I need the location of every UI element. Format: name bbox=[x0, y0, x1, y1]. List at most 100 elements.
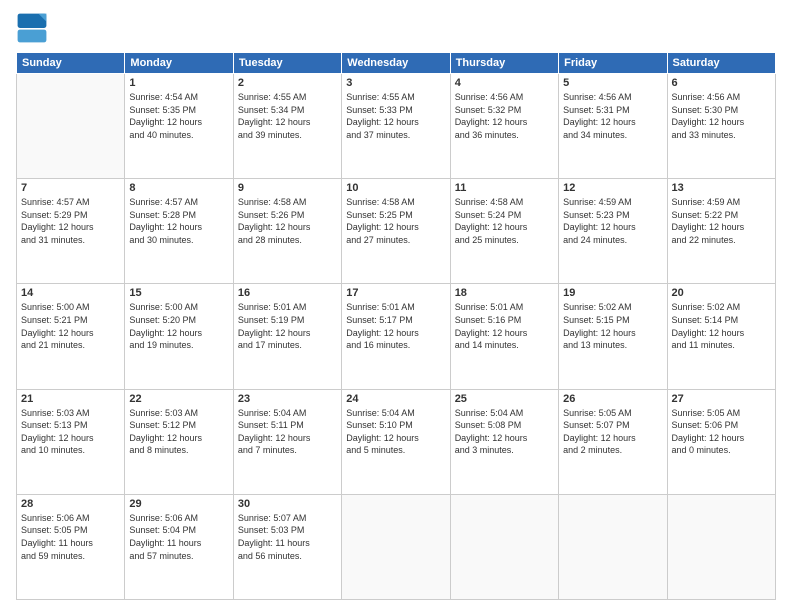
day-number: 2 bbox=[238, 77, 337, 89]
day-number: 13 bbox=[672, 182, 771, 194]
cell-content: Sunrise: 5:06 AM Sunset: 5:05 PM Dayligh… bbox=[21, 512, 120, 562]
calendar-cell: 26 Sunrise: 5:05 AM Sunset: 5:07 PM Dayli… bbox=[559, 389, 667, 494]
day-number: 15 bbox=[129, 287, 228, 299]
cell-content: Sunrise: 5:01 AM Sunset: 5:17 PM Dayligh… bbox=[346, 301, 445, 351]
day-number: 4 bbox=[455, 77, 554, 89]
calendar-body: 1 Sunrise: 4:54 AM Sunset: 5:35 PM Daylig… bbox=[17, 74, 776, 600]
calendar-cell: 30Sunrise: 5:07 AM Sunset: 5:03 PM Dayli… bbox=[233, 494, 341, 599]
weekday-monday: Monday bbox=[125, 53, 233, 74]
day-number: 8 bbox=[129, 182, 228, 194]
calendar-cell: 1 Sunrise: 4:54 AM Sunset: 5:35 PM Daylig… bbox=[125, 74, 233, 179]
calendar-cell bbox=[667, 494, 775, 599]
weekday-tuesday: Tuesday bbox=[233, 53, 341, 74]
day-number: 28 bbox=[21, 498, 120, 510]
calendar-cell: 21 Sunrise: 5:03 AM Sunset: 5:13 PM Dayli… bbox=[17, 389, 125, 494]
cell-content: Sunrise: 5:07 AM Sunset: 5:03 PM Dayligh… bbox=[238, 512, 337, 562]
calendar-cell: 11Sunrise: 4:58 AM Sunset: 5:24 PM Dayli… bbox=[450, 179, 558, 284]
calendar-cell bbox=[342, 494, 450, 599]
day-number: 10 bbox=[346, 182, 445, 194]
cell-content: Sunrise: 4:59 AM Sunset: 5:23 PM Dayligh… bbox=[563, 196, 662, 246]
calendar-cell: 20 Sunrise: 5:02 AM Sunset: 5:14 PM Dayli… bbox=[667, 284, 775, 389]
cell-content: Sunrise: 5:04 AM Sunset: 5:08 PM Dayligh… bbox=[455, 407, 554, 457]
calendar-cell: 12 Sunrise: 4:59 AM Sunset: 5:23 PM Dayli… bbox=[559, 179, 667, 284]
day-number: 7 bbox=[21, 182, 120, 194]
cell-content: Sunrise: 4:55 AM Sunset: 5:33 PM Dayligh… bbox=[346, 91, 445, 141]
cell-content: Sunrise: 5:00 AM Sunset: 5:21 PM Dayligh… bbox=[21, 301, 120, 351]
day-number: 24 bbox=[346, 393, 445, 405]
cell-content: Sunrise: 4:56 AM Sunset: 5:30 PM Dayligh… bbox=[672, 91, 771, 141]
calendar-cell: 28 Sunrise: 5:06 AM Sunset: 5:05 PM Dayli… bbox=[17, 494, 125, 599]
cell-content: Sunrise: 5:05 AM Sunset: 5:06 PM Dayligh… bbox=[672, 407, 771, 457]
calendar-cell: 18 Sunrise: 5:01 AM Sunset: 5:16 PM Dayli… bbox=[450, 284, 558, 389]
cell-content: Sunrise: 4:57 AM Sunset: 5:29 PM Dayligh… bbox=[21, 196, 120, 246]
weekday-friday: Friday bbox=[559, 53, 667, 74]
calendar-cell bbox=[559, 494, 667, 599]
page: SundayMondayTuesdayWednesdayThursdayFrid… bbox=[0, 0, 792, 612]
day-number: 18 bbox=[455, 287, 554, 299]
cell-content: Sunrise: 5:05 AM Sunset: 5:07 PM Dayligh… bbox=[563, 407, 662, 457]
day-number: 3 bbox=[346, 77, 445, 89]
day-number: 1 bbox=[129, 77, 228, 89]
calendar-cell: 6 Sunrise: 4:56 AM Sunset: 5:30 PM Daylig… bbox=[667, 74, 775, 179]
day-number: 19 bbox=[563, 287, 662, 299]
cell-content: Sunrise: 4:58 AM Sunset: 5:26 PM Dayligh… bbox=[238, 196, 337, 246]
calendar-cell: 7 Sunrise: 4:57 AM Sunset: 5:29 PM Daylig… bbox=[17, 179, 125, 284]
cell-content: Sunrise: 5:01 AM Sunset: 5:16 PM Dayligh… bbox=[455, 301, 554, 351]
day-number: 23 bbox=[238, 393, 337, 405]
day-number: 29 bbox=[129, 498, 228, 510]
cell-content: Sunrise: 5:00 AM Sunset: 5:20 PM Dayligh… bbox=[129, 301, 228, 351]
calendar-cell: 27 Sunrise: 5:05 AM Sunset: 5:06 PM Dayli… bbox=[667, 389, 775, 494]
weekday-header: SundayMondayTuesdayWednesdayThursdayFrid… bbox=[17, 53, 776, 74]
week-row-0: 1 Sunrise: 4:54 AM Sunset: 5:35 PM Daylig… bbox=[17, 74, 776, 179]
day-number: 14 bbox=[21, 287, 120, 299]
day-number: 9 bbox=[238, 182, 337, 194]
cell-content: Sunrise: 5:04 AM Sunset: 5:10 PM Dayligh… bbox=[346, 407, 445, 457]
cell-content: Sunrise: 5:02 AM Sunset: 5:15 PM Dayligh… bbox=[563, 301, 662, 351]
calendar-cell: 15 Sunrise: 5:00 AM Sunset: 5:20 PM Dayli… bbox=[125, 284, 233, 389]
day-number: 20 bbox=[672, 287, 771, 299]
calendar-cell: 25Sunrise: 5:04 AM Sunset: 5:08 PM Dayli… bbox=[450, 389, 558, 494]
day-number: 17 bbox=[346, 287, 445, 299]
cell-content: Sunrise: 4:56 AM Sunset: 5:31 PM Dayligh… bbox=[563, 91, 662, 141]
week-row-4: 28 Sunrise: 5:06 AM Sunset: 5:05 PM Dayli… bbox=[17, 494, 776, 599]
weekday-wednesday: Wednesday bbox=[342, 53, 450, 74]
header bbox=[16, 12, 776, 44]
day-number: 27 bbox=[672, 393, 771, 405]
calendar-table: SundayMondayTuesdayWednesdayThursdayFrid… bbox=[16, 52, 776, 600]
week-row-2: 14 Sunrise: 5:00 AM Sunset: 5:21 PM Dayli… bbox=[17, 284, 776, 389]
week-row-3: 21 Sunrise: 5:03 AM Sunset: 5:13 PM Dayli… bbox=[17, 389, 776, 494]
week-row-1: 7 Sunrise: 4:57 AM Sunset: 5:29 PM Daylig… bbox=[17, 179, 776, 284]
day-number: 26 bbox=[563, 393, 662, 405]
calendar-cell: 2 Sunrise: 4:55 AM Sunset: 5:34 PM Daylig… bbox=[233, 74, 341, 179]
logo-icon bbox=[16, 12, 48, 44]
calendar-cell: 29Sunrise: 5:06 AM Sunset: 5:04 PM Dayli… bbox=[125, 494, 233, 599]
calendar-cell: 22Sunrise: 5:03 AM Sunset: 5:12 PM Dayli… bbox=[125, 389, 233, 494]
cell-content: Sunrise: 4:54 AM Sunset: 5:35 PM Dayligh… bbox=[129, 91, 228, 141]
calendar-cell: 3 Sunrise: 4:55 AM Sunset: 5:33 PM Daylig… bbox=[342, 74, 450, 179]
calendar-cell: 4 Sunrise: 4:56 AM Sunset: 5:32 PM Daylig… bbox=[450, 74, 558, 179]
calendar-cell: 10 Sunrise: 4:58 AM Sunset: 5:25 PM Dayli… bbox=[342, 179, 450, 284]
calendar-cell: 5 Sunrise: 4:56 AM Sunset: 5:31 PM Daylig… bbox=[559, 74, 667, 179]
cell-content: Sunrise: 5:04 AM Sunset: 5:11 PM Dayligh… bbox=[238, 407, 337, 457]
day-number: 11 bbox=[455, 182, 554, 194]
day-number: 16 bbox=[238, 287, 337, 299]
weekday-sunday: Sunday bbox=[17, 53, 125, 74]
calendar-cell bbox=[17, 74, 125, 179]
logo bbox=[16, 12, 52, 44]
cell-content: Sunrise: 4:56 AM Sunset: 5:32 PM Dayligh… bbox=[455, 91, 554, 141]
cell-content: Sunrise: 5:03 AM Sunset: 5:12 PM Dayligh… bbox=[129, 407, 228, 457]
calendar-cell: 8 Sunrise: 4:57 AM Sunset: 5:28 PM Daylig… bbox=[125, 179, 233, 284]
day-number: 12 bbox=[563, 182, 662, 194]
weekday-saturday: Saturday bbox=[667, 53, 775, 74]
day-number: 6 bbox=[672, 77, 771, 89]
cell-content: Sunrise: 4:55 AM Sunset: 5:34 PM Dayligh… bbox=[238, 91, 337, 141]
day-number: 21 bbox=[21, 393, 120, 405]
calendar-cell: 16Sunrise: 5:01 AM Sunset: 5:19 PM Dayli… bbox=[233, 284, 341, 389]
cell-content: Sunrise: 5:02 AM Sunset: 5:14 PM Dayligh… bbox=[672, 301, 771, 351]
day-number: 5 bbox=[563, 77, 662, 89]
cell-content: Sunrise: 4:58 AM Sunset: 5:25 PM Dayligh… bbox=[346, 196, 445, 246]
calendar-cell: 24 Sunrise: 5:04 AM Sunset: 5:10 PM Dayli… bbox=[342, 389, 450, 494]
calendar-cell: 19 Sunrise: 5:02 AM Sunset: 5:15 PM Dayli… bbox=[559, 284, 667, 389]
cell-content: Sunrise: 4:57 AM Sunset: 5:28 PM Dayligh… bbox=[129, 196, 228, 246]
cell-content: Sunrise: 5:03 AM Sunset: 5:13 PM Dayligh… bbox=[21, 407, 120, 457]
